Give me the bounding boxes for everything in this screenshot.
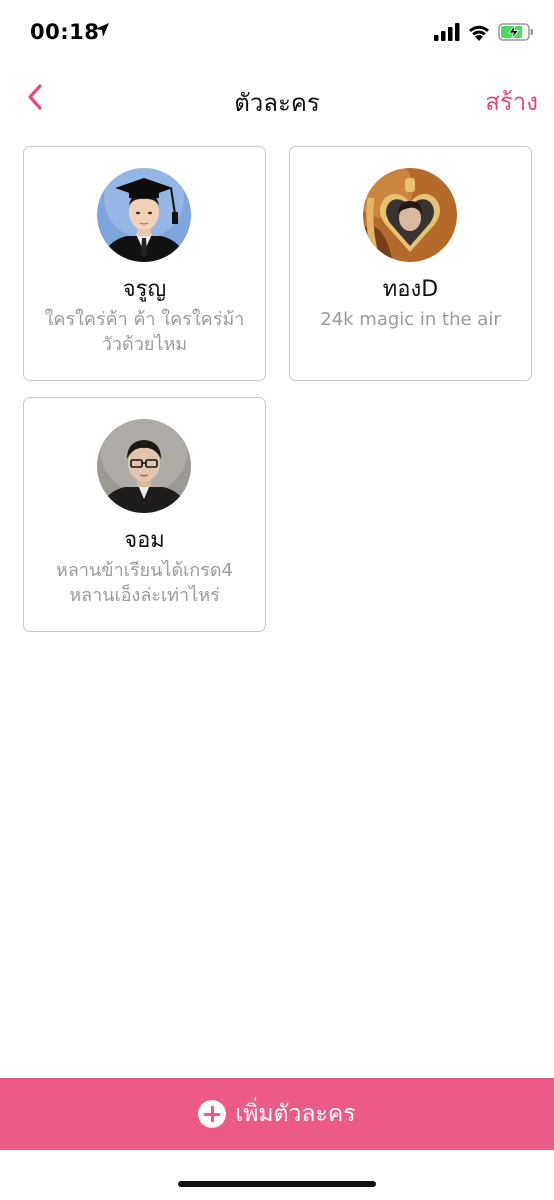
- description-line: หลานเอ็งล่ะเท่าไหร่: [69, 585, 220, 606]
- character-description: ใครใคร่ค้า ค้า ใครใคร่ม้า วัวด้วยไหม: [32, 307, 257, 357]
- page-title: ตัวละคร: [234, 89, 320, 117]
- add-character-button[interactable]: เพิ่มตัวละคร: [0, 1078, 554, 1150]
- character-description: 24k magic in the air: [298, 307, 523, 332]
- home-indicator: [178, 1181, 376, 1187]
- status-time: 00:18: [30, 20, 100, 44]
- plus-circle-icon: [198, 1100, 227, 1128]
- glasses-portrait-avatar: [97, 419, 191, 513]
- status-bar: 00:18: [0, 0, 554, 66]
- graduation-portrait-avatar: [97, 168, 191, 262]
- add-character-label: เพิ่มตัวละคร: [235, 1101, 356, 1127]
- character-description: หลานข้าเรียนได้เกรด4 หลานเอ็งล่ะเท่าไหร่: [32, 558, 257, 608]
- location-arrow-icon: [94, 22, 110, 42]
- character-name: ทองD: [382, 277, 439, 302]
- character-card[interactable]: จรูญ ใครใคร่ค้า ค้า ใครใคร่ม้า วัวด้วยไห…: [23, 146, 266, 381]
- description-line: 24k magic in the air: [320, 309, 501, 330]
- create-button[interactable]: สร้าง: [485, 82, 538, 121]
- character-name: จอม: [124, 528, 165, 553]
- description-line: วัวด้วยไหม: [101, 334, 188, 355]
- battery-charging-icon: [498, 22, 534, 46]
- description-line: หลานข้าเรียนได้เกรด4: [56, 560, 233, 581]
- description-line: ใครใคร่ค้า ค้า ใครใคร่ม้า: [44, 309, 245, 330]
- wifi-icon: [467, 22, 491, 45]
- cellular-signal-icon: [434, 23, 460, 45]
- character-card[interactable]: จอม หลานข้าเรียนได้เกรด4 หลานเอ็งล่ะเท่า…: [23, 397, 266, 632]
- nav-bar: ตัวละคร สร้าง: [0, 70, 554, 128]
- heart-locket-avatar: [363, 168, 457, 262]
- character-name: จรูญ: [122, 277, 167, 302]
- character-card[interactable]: ทองD 24k magic in the air: [289, 146, 532, 381]
